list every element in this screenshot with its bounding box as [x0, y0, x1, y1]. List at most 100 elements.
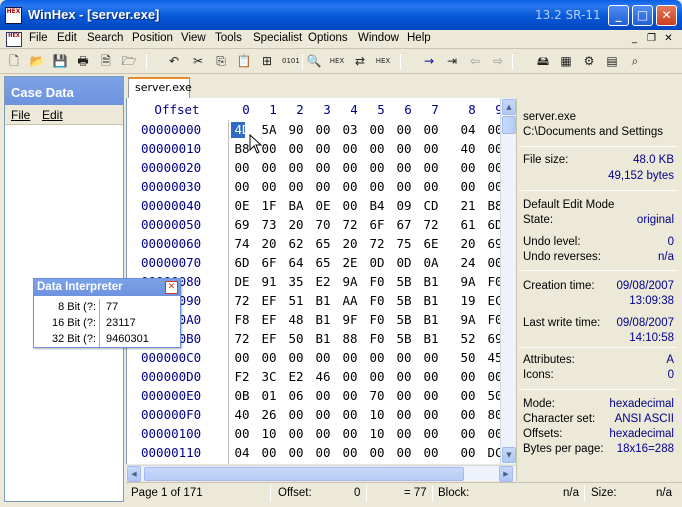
hex-byte[interactable]: E2: [314, 272, 332, 291]
menu-file[interactable]: File: [29, 32, 48, 44]
hex-byte[interactable]: 00: [395, 386, 413, 405]
hex-byte[interactable]: 20: [260, 234, 278, 253]
menu-tools[interactable]: Tools: [215, 32, 242, 44]
hex-byte[interactable]: 00: [341, 139, 359, 158]
hex-byte[interactable]: F0: [368, 329, 386, 348]
hex-byte[interactable]: 00: [314, 177, 332, 196]
hex-byte[interactable]: AA: [341, 291, 359, 310]
maximize-button[interactable]: □: [632, 5, 653, 26]
hex-byte[interactable]: F2: [233, 367, 251, 386]
hex-byte[interactable]: 91: [260, 272, 278, 291]
hex-byte[interactable]: 00: [341, 424, 359, 443]
row-offset[interactable]: 00000100: [141, 424, 201, 443]
hex-byte[interactable]: 00: [395, 120, 413, 139]
hex-byte[interactable]: 61: [459, 215, 477, 234]
hex-byte[interactable]: 5B: [395, 272, 413, 291]
hex-byte[interactable]: 0D: [395, 253, 413, 272]
hex-byte[interactable]: 00: [341, 405, 359, 424]
hex-byte[interactable]: B1: [314, 310, 332, 329]
hex-byte[interactable]: CD: [422, 196, 440, 215]
hex-byte[interactable]: B1: [422, 272, 440, 291]
hex-byte[interactable]: 00: [422, 348, 440, 367]
hex-byte[interactable]: 0D: [368, 253, 386, 272]
forward-icon[interactable]: ⇨: [490, 53, 506, 70]
hex-byte[interactable]: 75: [395, 234, 413, 253]
hex-byte[interactable]: B4: [368, 196, 386, 215]
hex-byte[interactable]: 6F: [260, 253, 278, 272]
hex-byte[interactable]: 72: [233, 329, 251, 348]
hex-byte[interactable]: 20: [459, 234, 477, 253]
hex-byte[interactable]: 6F: [368, 215, 386, 234]
interpreter-close-icon[interactable]: ✕: [165, 281, 178, 294]
hex-byte[interactable]: 40: [459, 139, 477, 158]
hex-byte[interactable]: 00: [459, 386, 477, 405]
interpreter-value[interactable]: 23117: [106, 315, 136, 331]
row-offset[interactable]: 000000E0: [141, 386, 201, 405]
calculator-icon[interactable]: ▤: [604, 53, 620, 70]
hex-byte[interactable]: E2: [287, 367, 305, 386]
hex-byte[interactable]: 70: [314, 215, 332, 234]
hex-byte[interactable]: 26: [260, 405, 278, 424]
find-hex-icon[interactable]: HEX: [329, 53, 345, 70]
row-offset[interactable]: 00000110: [141, 443, 201, 462]
hex-byte[interactable]: 00: [260, 177, 278, 196]
hex-byte[interactable]: 00: [395, 348, 413, 367]
hex-byte[interactable]: 00: [314, 120, 332, 139]
hex-byte[interactable]: 5B: [395, 329, 413, 348]
hex-byte[interactable]: EF: [260, 329, 278, 348]
hex-byte[interactable]: B1: [422, 329, 440, 348]
hex-byte[interactable]: 72: [341, 215, 359, 234]
hex-byte[interactable]: 00: [422, 139, 440, 158]
hex-byte[interactable]: B1: [314, 329, 332, 348]
hex-byte[interactable]: 72: [233, 291, 251, 310]
hex-byte[interactable]: 00: [368, 177, 386, 196]
hex-byte[interactable]: 35: [287, 272, 305, 291]
hex-byte[interactable]: 00: [233, 424, 251, 443]
hex-byte[interactable]: 00: [341, 158, 359, 177]
hex-byte[interactable]: 00: [368, 120, 386, 139]
replace-text-icon[interactable]: ⇄: [352, 53, 368, 70]
menu-search[interactable]: Search: [87, 32, 123, 44]
hex-byte[interactable]: 00: [368, 158, 386, 177]
row-offset[interactable]: 000000D0: [141, 367, 201, 386]
hex-byte[interactable]: 9F: [341, 310, 359, 329]
hex-byte[interactable]: 20: [287, 215, 305, 234]
scroll-down-icon[interactable]: ▼: [502, 447, 516, 463]
hex-byte[interactable]: 9A: [459, 272, 477, 291]
hex-byte[interactable]: BA: [287, 196, 305, 215]
hex-byte[interactable]: 00: [314, 348, 332, 367]
hex-byte[interactable]: F8: [233, 310, 251, 329]
hex-byte[interactable]: 00: [260, 443, 278, 462]
menu-view[interactable]: View: [181, 32, 206, 44]
hex-byte[interactable]: 10: [368, 424, 386, 443]
hex-byte[interactable]: 5B: [395, 310, 413, 329]
hex-byte[interactable]: 03: [341, 120, 359, 139]
hex-byte[interactable]: 00: [459, 158, 477, 177]
hex-byte[interactable]: 04: [459, 120, 477, 139]
hex-byte[interactable]: 40: [233, 405, 251, 424]
hex-byte[interactable]: 50: [287, 329, 305, 348]
hex-byte[interactable]: 6E: [422, 234, 440, 253]
row-offset[interactable]: 00000020: [141, 158, 201, 177]
hex-byte[interactable]: 00: [260, 348, 278, 367]
hex-byte[interactable]: 73: [260, 215, 278, 234]
hex-byte[interactable]: 65: [314, 253, 332, 272]
export-icon[interactable]: 🗁: [121, 53, 137, 70]
hex-byte[interactable]: 06: [287, 386, 305, 405]
undo-icon[interactable]: ↶: [166, 53, 182, 70]
hex-byte[interactable]: 0E: [233, 196, 251, 215]
hex-byte[interactable]: B1: [422, 291, 440, 310]
hex-byte[interactable]: 19: [459, 291, 477, 310]
menu-help[interactable]: Help: [407, 32, 431, 44]
case-menu-edit[interactable]: Edit: [42, 108, 63, 122]
hex-byte[interactable]: 3C: [260, 367, 278, 386]
hex-byte[interactable]: 00: [422, 177, 440, 196]
minimize-button[interactable]: _: [608, 5, 629, 26]
hex-byte[interactable]: 00: [341, 348, 359, 367]
row-offset[interactable]: 00000060: [141, 234, 201, 253]
hex-byte[interactable]: 00: [422, 443, 440, 462]
vertical-scroll-thumb[interactable]: [502, 116, 516, 134]
menu-window[interactable]: Window: [358, 32, 399, 44]
disk-editor-icon[interactable]: 🖴: [535, 53, 551, 70]
hex-byte[interactable]: 00: [395, 158, 413, 177]
